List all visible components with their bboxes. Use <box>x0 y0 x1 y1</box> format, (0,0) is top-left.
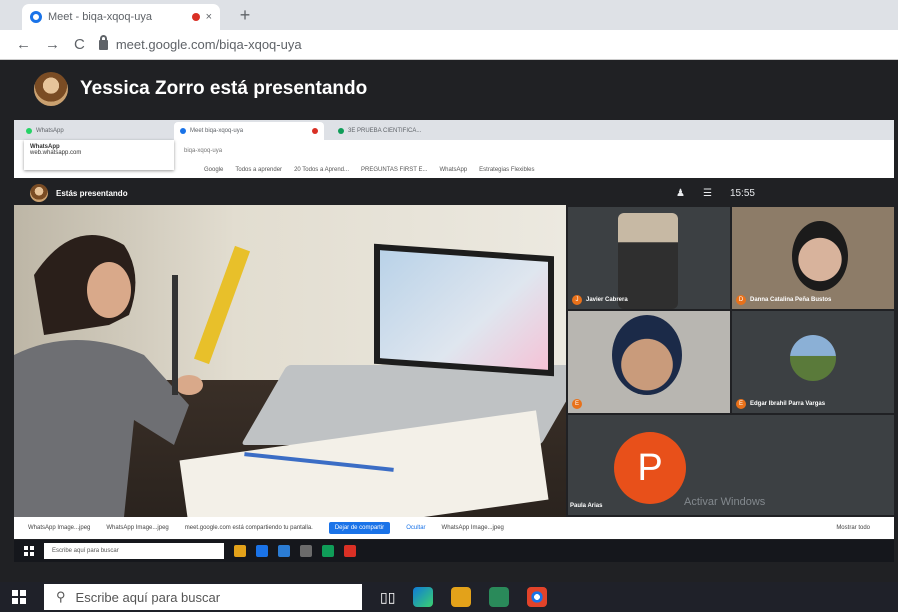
bookmark: Google <box>204 167 224 173</box>
shared-tab-strip: WhatsApp Meet biqa-xqoq-uya 3E PRUEBA CI… <box>14 120 894 140</box>
participant-video <box>618 213 678 309</box>
participant-name: Danna Catalina Peña Bustos <box>750 297 832 303</box>
bookmark: Todos a aprender <box>235 167 283 173</box>
app-icon <box>300 545 312 557</box>
participant-initial: J <box>572 295 582 305</box>
new-tab-button[interactable]: + <box>234 6 256 26</box>
presenter-avatar <box>34 72 68 106</box>
back-button[interactable]: ← <box>16 36 31 53</box>
tooltip-url: web.whatsapp.com <box>30 150 82 156</box>
stop-sharing-button: Dejar de compartir <box>328 522 391 534</box>
tab-title: Meet - biqa-xqoq-uya <box>48 11 152 23</box>
bookmark: Estrategias Flexibles <box>479 167 535 173</box>
whatsapp-tooltip: WhatsApp web.whatsapp.com <box>24 140 174 170</box>
bookmark: WhatsApp <box>439 167 468 173</box>
participant-video <box>792 221 848 291</box>
shared-controls-strip: ♟ ☰ 15:55 <box>650 178 894 208</box>
participant-initial: E <box>736 399 746 409</box>
download-item: WhatsApp Image...jpeg <box>441 525 504 531</box>
download-item: WhatsApp Image...jpeg <box>28 525 91 531</box>
participant-name: Javier Cabrera <box>586 297 628 303</box>
shared-url: biqa-xqoq-uya <box>184 148 223 154</box>
store-icon <box>278 545 290 557</box>
meeting-clock: 15:55 <box>729 187 755 199</box>
participant-tile: J Javier Cabrera <box>568 207 730 309</box>
recording-icon <box>312 128 318 134</box>
recording-icon <box>191 13 200 21</box>
presentation-video <box>14 205 566 517</box>
participant-tile: E Edgar Ibrahil Parra Vargas <box>732 311 894 413</box>
file-explorer-icon[interactable] <box>451 587 472 607</box>
hide-notice-button: Ocultar <box>406 525 426 531</box>
participant-initial-avatar: P <box>614 432 686 504</box>
participant-video <box>612 315 682 395</box>
participant-avatar-photo <box>790 335 836 381</box>
windows-taskbar: ⚲ Escribe aquí para buscar ▯▯ <box>0 582 898 612</box>
shared-presenting-bar: Estás presentando <box>14 178 566 208</box>
participant-initial: E <box>572 399 582 409</box>
search-icon: ⚲ <box>56 589 66 604</box>
edge-icon <box>256 545 268 557</box>
presenter-avatar <box>30 184 48 202</box>
windows-start-icon <box>24 546 34 556</box>
presenter-banner: Yessica Zorro está presentando <box>0 60 898 118</box>
chat-icon: ☰ <box>702 187 712 199</box>
participant-name: Paula Arias <box>570 503 603 509</box>
photos-icon[interactable] <box>489 587 510 607</box>
laptop-screen <box>374 243 554 377</box>
file-explorer-icon <box>234 545 246 557</box>
task-view-icon[interactable]: ▯▯ <box>380 589 395 606</box>
sheets-icon <box>338 128 344 134</box>
forward-button[interactable]: → <box>45 36 60 53</box>
taskbar-search-box[interactable]: ⚲ Escribe aquí para buscar <box>44 584 362 610</box>
tab-meet[interactable]: Meet - biqa-xqoq-uya × <box>22 4 220 30</box>
people-icon: ♟ <box>676 187 685 199</box>
presenting-label: Estás presentando <box>56 188 128 198</box>
address-bar: ← → C meet.google.com/biqa-xqoq-uya <box>0 30 898 60</box>
shared-tab-prueba: 3E PRUEBA CIENTIFICA... <box>332 122 492 140</box>
meet-favicon-icon <box>30 11 42 23</box>
url-text: meet.google.com/biqa-xqoq-uya <box>115 37 302 52</box>
url-field[interactable]: meet.google.com/biqa-xqoq-uya <box>98 34 302 52</box>
edge-icon[interactable] <box>413 587 434 607</box>
shared-tab-whatsapp: WhatsApp <box>20 122 170 140</box>
participant-tile: D Danna Catalina Peña Bustos <box>732 207 894 309</box>
shared-tab-label: Meet biqa-xqoq-uya <box>190 128 244 134</box>
show-all-button: Mostrar todo <box>836 525 870 531</box>
chrome-icon[interactable] <box>527 587 548 607</box>
participant-tile: E <box>568 311 730 413</box>
meet-favicon-icon <box>180 128 186 134</box>
lab-stand <box>172 275 178 395</box>
bookmark: PREGUNTAS FIRST E... <box>361 167 428 173</box>
shared-tab-label: 3E PRUEBA CIENTIFICA... <box>348 128 422 134</box>
share-notice: meet.google.com está compartiendo tu pan… <box>184 525 313 531</box>
activate-windows-watermark: Activar Windows <box>684 496 766 508</box>
lock-icon <box>98 34 108 50</box>
tab-close-icon[interactable]: × <box>206 11 212 23</box>
app-icon <box>322 545 334 557</box>
shared-tab-meet: Meet biqa-xqoq-uya <box>174 122 324 140</box>
whatsapp-icon <box>26 128 32 134</box>
participant-initial: D <box>736 295 746 305</box>
shared-taskbar: Escribe aquí para buscar <box>14 540 894 562</box>
download-item: WhatsApp Image...jpeg <box>106 525 169 531</box>
app-icon <box>344 545 356 557</box>
bookmark: 20 Todos a Aprend... <box>294 167 349 173</box>
reload-button[interactable]: C <box>74 36 85 53</box>
presenter-text: Yessica Zorro está presentando <box>80 78 368 99</box>
shared-download-bar: WhatsApp Image...jpeg WhatsApp Image...j… <box>14 517 894 539</box>
participant-name: Edgar Ibrahil Parra Vargas <box>750 401 826 407</box>
windows-start-icon[interactable] <box>12 590 26 604</box>
shared-tab-label: WhatsApp <box>36 128 64 134</box>
search-placeholder: Escribe aquí para buscar <box>75 589 221 605</box>
shared-search-box: Escribe aquí para buscar <box>44 543 224 559</box>
